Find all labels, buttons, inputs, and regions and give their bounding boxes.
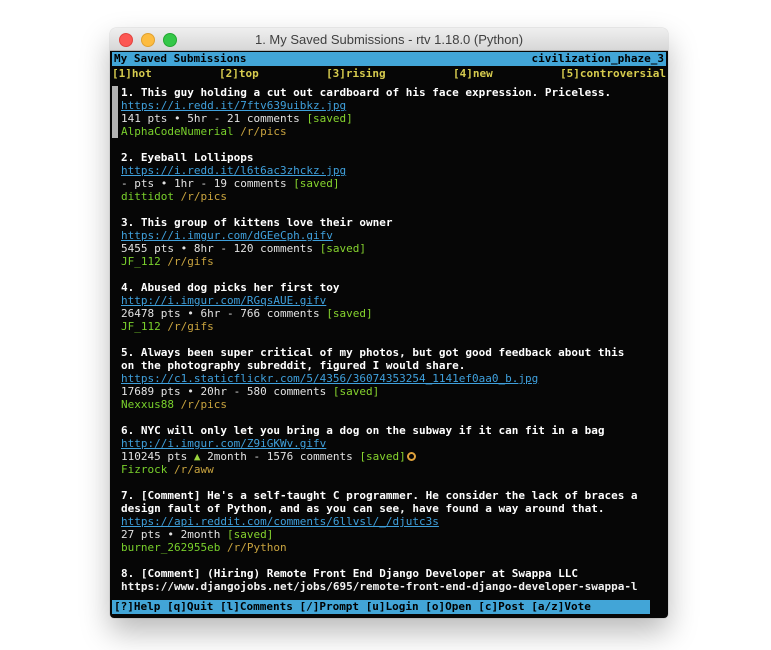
submission-title: 3. This group of kittens love their owne… (121, 216, 666, 229)
submission-url[interactable]: https://i.redd.it/7ftv639uibkz.jpg (121, 99, 666, 112)
traffic-lights (119, 33, 177, 47)
page-title: My Saved Submissions (114, 52, 246, 66)
terminal-screen: My Saved Submissions civilization_phaze_… (110, 51, 668, 618)
sort-option-hot[interactable]: [1]hot (112, 67, 152, 80)
submission-title: 5. Always been super critical of my phot… (121, 346, 666, 372)
subreddit-link[interactable]: /r/pics (181, 190, 227, 203)
app-window: 1. My Saved Submissions - rtv 1.18.0 (Py… (110, 28, 668, 618)
submission-title: 4. Abused dog picks her first toy (121, 281, 666, 294)
submission-meta: - pts • 1hr - 19 comments [saved] (121, 177, 666, 190)
submission-byline: AlphaCodeNumerial /r/pics (121, 125, 666, 138)
shortcut-open[interactable]: [o]Open (425, 600, 471, 613)
subreddit-link[interactable]: /r/gifs (167, 255, 213, 268)
submission-url[interactable]: https://c1.staticflickr.com/5/4356/36074… (121, 372, 666, 385)
submission-item[interactable]: 4. Abused dog picks her first toy http:/… (121, 281, 666, 333)
author-username[interactable]: JF_112 (121, 320, 161, 333)
submission-title: 2. Eyeball Lollipops (121, 151, 666, 164)
sort-menu: [1]hot [2]top [3]rising [4]new [5]controvers… (112, 67, 666, 80)
sort-option-rising[interactable]: [3]rising (326, 67, 386, 80)
submission-title: 1. This guy holding a cut out cardboard … (121, 86, 666, 99)
score-and-age: - pts • 1hr - 19 comments (121, 177, 293, 190)
shortcut-vote[interactable]: [a/z]Vote (531, 600, 591, 613)
submission-meta: 110245 pts ▲ 2month - 1576 comments [sav… (121, 450, 666, 463)
submission-meta: 5455 pts • 8hr - 120 comments [saved] (121, 242, 666, 255)
submission-url[interactable]: https://i.redd.it/l6t6ac3zhckz.jpg (121, 164, 666, 177)
score-and-age: 5455 pts • 8hr - 120 comments (121, 242, 320, 255)
logged-in-username: civilization_phaze_3 (532, 52, 664, 66)
subreddit-link[interactable]: /r/aww (174, 463, 214, 476)
saved-badge: [saved] (333, 385, 379, 398)
score-and-age: 17689 pts • 20hr - 580 comments (121, 385, 333, 398)
gilded-icon (407, 452, 416, 461)
submission-byline: Nexxus88 /r/pics (121, 398, 666, 411)
submission-byline: burner_262955eb /r/Python (121, 541, 666, 554)
submission-item[interactable]: 7. [Comment] He's a self-taught C progra… (121, 489, 666, 554)
submission-item[interactable]: 1. This guy holding a cut out cardboard … (121, 86, 666, 138)
submission-url[interactable]: http://i.imgur.com/RGqsAUE.gifv (121, 294, 666, 307)
submission-byline: Fizrock /r/aww (121, 463, 666, 476)
subreddit-link[interactable]: /r/gifs (167, 320, 213, 333)
score-and-age: 26478 pts • 6hr - 766 comments (121, 307, 326, 320)
sort-option-top[interactable]: [2]top (219, 67, 259, 80)
status-header: My Saved Submissions civilization_phaze_… (112, 52, 666, 66)
subreddit-link[interactable]: /r/pics (240, 125, 286, 138)
saved-badge: [saved] (326, 307, 372, 320)
minimize-button[interactable] (141, 33, 155, 47)
submission-item[interactable]: 3. This group of kittens love their owne… (121, 216, 666, 268)
saved-badge: [saved] (293, 177, 339, 190)
submission-byline: JF_112 /r/gifs (121, 320, 666, 333)
submission-title: 7. [Comment] He's a self-taught C progra… (121, 489, 666, 515)
subreddit-link[interactable]: /r/Python (227, 541, 287, 554)
score-and-age: 141 pts • 5hr - 21 comments (121, 112, 306, 125)
window-title: 1. My Saved Submissions - rtv 1.18.0 (Py… (255, 32, 523, 47)
submission-title: 6. NYC will only let you bring a dog on … (121, 424, 666, 437)
score-and-age: 110245 pts (121, 450, 194, 463)
sort-option-new[interactable]: [4]new (453, 67, 493, 80)
shortcut-comments[interactable]: [l]Comments (220, 600, 293, 613)
author-username[interactable]: Nexxus88 (121, 398, 174, 411)
titlebar[interactable]: 1. My Saved Submissions - rtv 1.18.0 (Py… (110, 28, 668, 51)
author-username[interactable]: Fizrock (121, 463, 167, 476)
score-and-age: 27 pts • 2month (121, 528, 227, 541)
submission-item[interactable]: 2. Eyeball Lollipops https://i.redd.it/l… (121, 151, 666, 203)
sort-option-controversial[interactable]: [5]controversial (560, 67, 666, 80)
saved-badge: [saved] (320, 242, 366, 255)
shortcut-quit[interactable]: [q]Quit (167, 600, 213, 613)
saved-badge: [saved] (227, 528, 273, 541)
author-username[interactable]: JF_112 (121, 255, 161, 268)
submission-item[interactable]: 5. Always been super critical of my phot… (121, 346, 666, 411)
comments-count: 2month - 1576 comments (200, 450, 359, 463)
shortcut-help[interactable]: [?]Help (114, 600, 160, 613)
submission-meta: 26478 pts • 6hr - 766 comments [saved] (121, 307, 666, 320)
submission-meta: 141 pts • 5hr - 21 comments [saved] (121, 112, 666, 125)
shortcut-login[interactable]: [u]Login (366, 600, 419, 613)
close-button[interactable] (119, 33, 133, 47)
submission-url[interactable]: https://i.imgur.com/dGEeCph.gifv (121, 229, 666, 242)
shortcut-post[interactable]: [c]Post (478, 600, 524, 613)
author-username[interactable]: dittidot (121, 190, 174, 203)
submission-url[interactable]: https://api.reddit.com/comments/6llvsl/_… (121, 515, 666, 528)
submission-item[interactable]: 6. NYC will only let you bring a dog on … (121, 424, 666, 476)
footer-shortcut-bar: [?]Help [q]Quit [l]Comments [/]Prompt [u… (112, 600, 650, 614)
zoom-button[interactable] (163, 33, 177, 47)
submission-meta: 27 pts • 2month [saved] (121, 528, 666, 541)
submission-byline: dittidot /r/pics (121, 190, 666, 203)
submission-meta: 17689 pts • 20hr - 580 comments [saved] (121, 385, 666, 398)
submission-url[interactable]: http://i.imgur.com/Z9iGKWv.gifv (121, 437, 666, 450)
submission-list: 1. This guy holding a cut out cardboard … (121, 86, 666, 606)
saved-badge: [saved] (359, 450, 405, 463)
submission-title: 8. [Comment] (Hiring) Remote Front End D… (121, 567, 666, 580)
selection-cursor-bar (112, 86, 118, 138)
subreddit-link[interactable]: /r/pics (181, 398, 227, 411)
author-username[interactable]: burner_262955eb (121, 541, 220, 554)
saved-badge: [saved] (306, 112, 352, 125)
author-username[interactable]: AlphaCodeNumerial (121, 125, 234, 138)
submission-byline: JF_112 /r/gifs (121, 255, 666, 268)
shortcut-prompt[interactable]: [/]Prompt (299, 600, 359, 613)
